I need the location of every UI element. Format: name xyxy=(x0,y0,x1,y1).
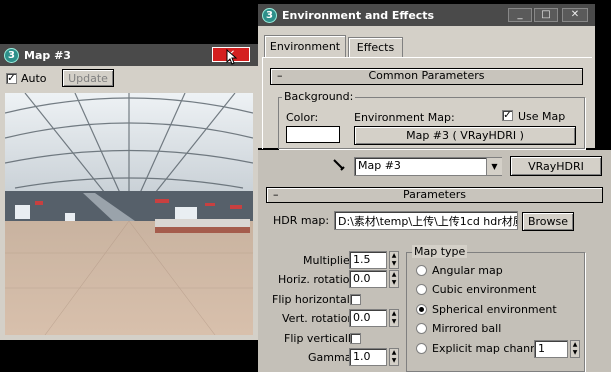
map-window-title: Map #3 xyxy=(24,48,71,62)
environment-map-button[interactable]: Map #3 ( VRayHDRI ) xyxy=(354,126,576,145)
map-name-field[interactable]: Map #3 xyxy=(354,157,502,176)
spinner-up-icon: ▲ xyxy=(391,252,397,259)
explicit-map-channel-radio[interactable] xyxy=(416,343,427,354)
gamma-input[interactable]: 1.0 xyxy=(349,348,387,366)
browse-button-label: Browse xyxy=(527,215,569,228)
multiplier-input[interactable]: 1.5 xyxy=(349,251,387,269)
gamma-spinner[interactable]: ▲ ▼ xyxy=(389,348,399,366)
minimize-button[interactable]: _ xyxy=(508,8,532,22)
environment-map-button-label: Map #3 ( VRayHDRI ) xyxy=(406,129,524,142)
spinner-up-icon: ▲ xyxy=(391,310,397,317)
angular-map-label: Angular map xyxy=(432,264,503,277)
map-type-button[interactable]: VRayHDRI xyxy=(510,156,602,176)
map-window: 3 Map #3 ✕ ✓ Auto Update xyxy=(0,44,258,340)
update-button[interactable]: Update xyxy=(62,69,114,87)
minimize-icon: _ xyxy=(517,9,523,20)
horiz-rotation-input[interactable]: 0.0 xyxy=(349,270,387,288)
mouse-cursor-icon xyxy=(226,49,238,65)
vert-rotation-value: 0.0 xyxy=(353,311,371,324)
spherical-environment-label: Spherical environment xyxy=(432,303,557,316)
cubic-environment-label: Cubic environment xyxy=(432,283,537,296)
angular-map-radio[interactable] xyxy=(416,265,427,276)
env-window-title: Environment and Effects xyxy=(282,8,435,22)
spinner-up-icon: ▲ xyxy=(391,271,397,278)
parameters-rollout-header[interactable]: – Parameters xyxy=(266,187,603,203)
background-color-swatch[interactable] xyxy=(286,126,340,143)
eyedropper-icon[interactable] xyxy=(332,158,346,172)
map-name-dropdown-arrow[interactable]: ▼ xyxy=(486,158,502,175)
map-channel-value: 1 xyxy=(538,342,545,355)
close-icon: ✕ xyxy=(570,9,580,20)
auto-label: Auto xyxy=(21,72,47,85)
maximize-icon: □ xyxy=(541,9,551,20)
use-map-checkbox[interactable]: ✓ xyxy=(502,110,513,121)
parameters-rollout-title: Parameters xyxy=(403,188,466,201)
hdr-map-path-text: D:\素材\temp\上传\上传1cd hdr材质 xyxy=(338,215,518,228)
map-type-button-label: VRayHDRI xyxy=(528,159,584,173)
spinner-down-icon: ▼ xyxy=(391,260,397,267)
flip-vertically-label: Flip vertically xyxy=(284,332,358,345)
explicit-map-channel-label: Explicit map channel xyxy=(432,342,547,355)
close-button[interactable]: ✕ xyxy=(562,8,588,22)
flip-horizontally-checkbox[interactable] xyxy=(350,294,361,305)
horiz-rotation-spinner[interactable]: ▲ ▼ xyxy=(389,270,399,288)
vert-rotation-label: Vert. rotation: xyxy=(282,312,359,325)
map-preview-image xyxy=(5,93,253,335)
spinner-down-icon: ▼ xyxy=(391,318,397,325)
multiplier-value: 1.5 xyxy=(353,253,371,266)
common-parameters-rollout-header[interactable]: – Common Parameters xyxy=(270,68,583,85)
map-channel-input[interactable]: 1 xyxy=(534,340,568,358)
vert-rotation-input[interactable]: 0.0 xyxy=(349,309,387,327)
color-label: Color: xyxy=(286,111,319,124)
horiz-rotation-value: 0.0 xyxy=(353,272,371,285)
tab-effects-label: Effects xyxy=(356,41,395,54)
spinner-down-icon: ▼ xyxy=(391,279,397,286)
background-group-title: Background: xyxy=(282,90,356,103)
map-channel-spinner[interactable]: ▲ ▼ xyxy=(570,340,580,358)
common-parameters-title: Common Parameters xyxy=(368,69,485,82)
environment-map-label: Environment Map: xyxy=(354,111,455,124)
cubic-environment-radio[interactable] xyxy=(416,284,427,295)
vert-rotation-spinner[interactable]: ▲ ▼ xyxy=(389,309,399,327)
app-icon: 3 xyxy=(4,47,19,63)
spinner-up-icon: ▲ xyxy=(572,341,578,348)
browse-button[interactable]: Browse xyxy=(522,212,574,231)
tab-effects[interactable]: Effects xyxy=(348,37,403,57)
mirrored-ball-label: Mirrored ball xyxy=(432,322,502,335)
collapse-icon: – xyxy=(273,188,279,201)
flip-horizontally-label: Flip horizontally xyxy=(272,293,360,306)
tab-environment[interactable]: Environment xyxy=(264,35,346,57)
spinner-down-icon: ▼ xyxy=(572,349,578,356)
flip-vertically-checkbox[interactable] xyxy=(350,333,361,344)
app-icon: 3 xyxy=(262,7,277,23)
maximize-button[interactable]: □ xyxy=(534,8,558,22)
hdr-map-label: HDR map: xyxy=(273,214,330,227)
spinner-down-icon: ▼ xyxy=(391,357,397,364)
map-name-text: Map #3 xyxy=(358,159,401,172)
use-map-label: Use Map xyxy=(518,110,566,123)
mirrored-ball-radio[interactable] xyxy=(416,323,427,334)
environment-effects-window: 3 Environment and Effects _ □ ✕ Environm… xyxy=(258,4,595,149)
spherical-environment-radio[interactable] xyxy=(416,304,427,315)
update-button-label: Update xyxy=(68,71,108,85)
gamma-value: 1.0 xyxy=(353,350,371,363)
horiz-rotation-label: Horiz. rotation: xyxy=(278,273,361,286)
map-type-group-title: Map type xyxy=(412,245,468,258)
material-panel: Map #3 ▼ VRayHDRI – Parameters HDR map: … xyxy=(258,150,611,372)
spinner-up-icon: ▲ xyxy=(391,349,397,356)
multiplier-spinner[interactable]: ▲ ▼ xyxy=(389,251,399,269)
tab-environment-label: Environment xyxy=(269,40,341,53)
collapse-icon: – xyxy=(277,69,283,82)
hdr-map-path-input[interactable]: D:\素材\temp\上传\上传1cd hdr材质 xyxy=(334,211,518,230)
auto-checkbox[interactable]: ✓ xyxy=(6,73,17,84)
